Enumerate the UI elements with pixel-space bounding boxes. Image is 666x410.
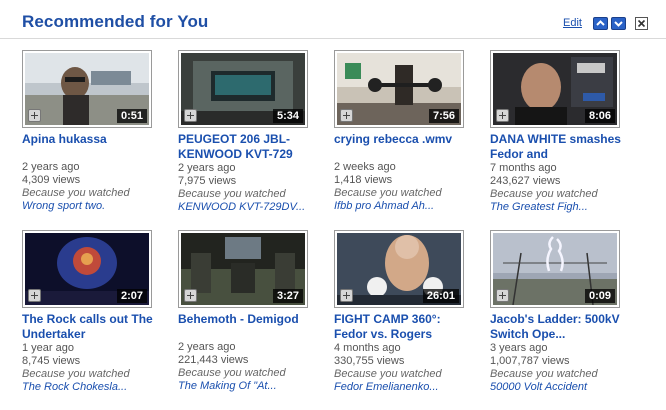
duration-badge: 0:09 — [584, 289, 615, 303]
video-title[interactable]: Behemoth - Demigod — [178, 312, 318, 327]
source-video-link[interactable]: KENWOOD KVT-729DV... — [178, 201, 308, 214]
video-card: 0:51 Apina hukassa 2 years ago 4,309 vie… — [22, 50, 167, 213]
add-to-queue-button[interactable] — [340, 109, 353, 122]
video-card: 5:34 PEUGEOT 206 JBL-KENWOOD KVT-729 2 y… — [178, 50, 323, 214]
add-to-queue-button[interactable] — [496, 109, 509, 122]
chevron-down-icon — [614, 21, 623, 27]
video-thumbnail[interactable]: 3:27 — [178, 230, 308, 308]
view-count: 221,443 views — [178, 354, 249, 366]
add-to-queue-button[interactable] — [496, 289, 509, 302]
upload-age: 4 months ago — [334, 342, 401, 354]
view-count: 7,975 views — [178, 175, 237, 187]
move-down-button[interactable] — [611, 17, 626, 30]
video-card: 3:27 Behemoth - Demigod 2 years ago 221,… — [178, 230, 323, 393]
upload-age: 3 years ago — [490, 342, 548, 354]
because-label: Because you watched — [178, 367, 286, 379]
video-card: 26:01 FIGHT CAMP 360°: Fedor vs. Rogers … — [334, 230, 479, 394]
source-video-link[interactable]: Ifbb pro Ahmad Ah... — [334, 200, 464, 213]
upload-age: 2 years ago — [178, 162, 236, 174]
because-label: Because you watched — [178, 188, 286, 200]
video-thumbnail[interactable]: 0:51 — [22, 50, 152, 128]
upload-age: 2 years ago — [178, 341, 236, 353]
video-card: 8:06 DANA WHITE smashes Fedor and 7 mont… — [490, 50, 635, 214]
video-thumbnail[interactable]: 8:06 — [490, 50, 620, 128]
close-button[interactable] — [635, 17, 648, 30]
view-count: 8,745 views — [22, 355, 81, 367]
duration-badge: 2:07 — [116, 289, 147, 303]
because-label: Because you watched — [490, 188, 598, 200]
recommended-header: Recommended for You Edit — [0, 0, 666, 39]
video-card: 7:56 crying rebecca .wmv 2 weeks ago 1,4… — [334, 50, 479, 213]
add-to-queue-button[interactable] — [184, 289, 197, 302]
chevron-up-icon — [596, 20, 605, 26]
section-title: Recommended for You — [22, 12, 209, 31]
upload-age: 7 months ago — [490, 162, 557, 174]
duration-badge: 8:06 — [584, 109, 615, 123]
video-thumbnail[interactable]: 5:34 — [178, 50, 308, 128]
view-count: 330,755 views — [334, 355, 405, 367]
duration-badge: 7:56 — [428, 109, 459, 123]
video-title[interactable]: crying rebecca .wmv — [334, 132, 474, 147]
video-title[interactable]: Apina hukassa — [22, 132, 162, 147]
add-to-queue-button[interactable] — [28, 289, 41, 302]
video-title[interactable]: Jacob's Ladder: 500kV Switch Ope... — [490, 312, 630, 342]
video-thumbnail[interactable]: 0:09 — [490, 230, 620, 308]
video-title[interactable]: DANA WHITE smashes Fedor and — [490, 132, 630, 162]
move-up-button[interactable] — [593, 17, 608, 30]
close-icon — [637, 19, 646, 28]
video-thumbnail[interactable]: 2:07 — [22, 230, 152, 308]
duration-badge: 5:34 — [272, 109, 303, 123]
video-card: 0:09 Jacob's Ladder: 500kV Switch Ope...… — [490, 230, 635, 394]
view-count: 4,309 views — [22, 174, 81, 186]
source-video-link[interactable]: Fedor Emelianenko... — [334, 381, 464, 394]
because-label: Because you watched — [22, 368, 130, 380]
source-video-link[interactable]: Wrong sport two. — [22, 200, 152, 213]
add-to-queue-button[interactable] — [184, 109, 197, 122]
because-label: Because you watched — [490, 368, 598, 380]
source-video-link[interactable]: The Rock Chokesla... — [22, 381, 152, 394]
upload-age: 1 year ago — [22, 342, 74, 354]
view-count: 243,627 views — [490, 175, 561, 187]
add-to-queue-button[interactable] — [340, 289, 353, 302]
view-count: 1,418 views — [334, 174, 393, 186]
because-label: Because you watched — [22, 187, 130, 199]
duration-badge: 26:01 — [422, 289, 459, 303]
video-title[interactable]: The Rock calls out The Undertaker — [22, 312, 162, 342]
video-thumbnail[interactable]: 7:56 — [334, 50, 464, 128]
duration-badge: 3:27 — [272, 289, 303, 303]
video-thumbnail[interactable]: 26:01 — [334, 230, 464, 308]
video-card: 2:07 The Rock calls out The Undertaker 1… — [22, 230, 167, 394]
video-title[interactable]: PEUGEOT 206 JBL-KENWOOD KVT-729 — [178, 132, 318, 162]
upload-age: 2 weeks ago — [334, 161, 396, 173]
because-label: Because you watched — [334, 368, 442, 380]
because-label: Because you watched — [334, 187, 442, 199]
add-to-queue-button[interactable] — [28, 109, 41, 122]
source-video-link[interactable]: The Greatest Figh... — [490, 201, 620, 214]
view-count: 1,007,787 views — [490, 355, 570, 367]
video-title[interactable]: FIGHT CAMP 360°: Fedor vs. Rogers — [334, 312, 474, 342]
edit-link[interactable]: Edit — [563, 17, 582, 29]
source-video-link[interactable]: 50000 Volt Accident — [490, 381, 620, 394]
source-video-link[interactable]: The Making Of "At... — [178, 380, 308, 393]
upload-age: 2 years ago — [22, 161, 80, 173]
duration-badge: 0:51 — [116, 109, 147, 123]
